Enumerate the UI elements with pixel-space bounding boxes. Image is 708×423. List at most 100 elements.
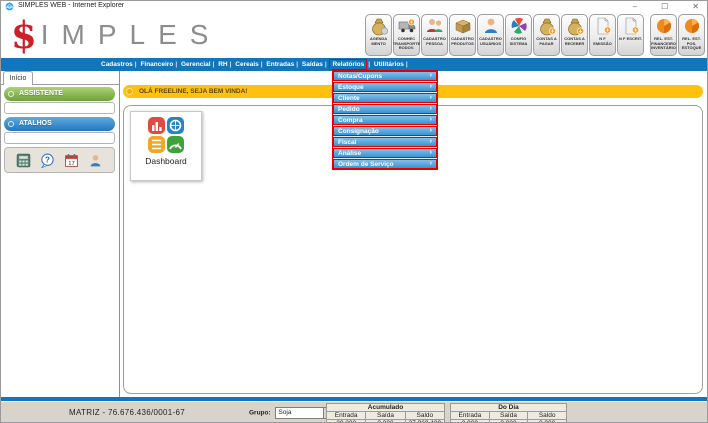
dashboard-shortcut[interactable]: Dashboard (130, 111, 202, 181)
submenu-arrow-icon: › (430, 72, 432, 80)
acumulado-header-saldo: Saldo (405, 412, 444, 420)
menu-item-entradas[interactable]: Entradas (266, 61, 294, 68)
submenu-arrow-icon: › (430, 83, 432, 91)
do-dia-value-saldo: 0,000 (528, 420, 567, 423)
menu-separator: | (261, 61, 263, 68)
acumulado-header-saida: Saída (366, 412, 405, 420)
menu-item-utilitarios[interactable]: Utilitários (374, 61, 404, 68)
toolbar-button-cadastro-pessoa[interactable]: CADASTRO PESSOA (421, 14, 448, 56)
menu-separator: | (406, 61, 408, 68)
submenu-arrow-icon: › (430, 149, 432, 157)
acumulado-header-entrada: Entrada (327, 412, 366, 420)
menu-item-financeiro[interactable]: Financeiro (140, 61, 173, 68)
toolbar-button-rel-est-financeiro[interactable]: REL. EST. FINANCEIRO INVENTÁRIO (650, 14, 677, 56)
submenu-arrow-icon: › (430, 105, 432, 113)
menu-item-relatorios-active[interactable]: Relatórios (330, 60, 366, 69)
money-bag-icon (369, 16, 389, 36)
dropdown-item-label: Ordem de Serviço (338, 161, 394, 168)
menu-separator: | (368, 61, 370, 68)
do-dia-value-saida: 0,000 (489, 420, 528, 423)
atalhos-panel-header[interactable]: ATALHOS (4, 117, 115, 131)
toolbar-button-conhec-transporte[interactable]: CONHEC TRANSPORTE RODOV. (393, 14, 420, 56)
assistente-panel-header[interactable]: ASSISTENTE (4, 87, 115, 101)
orange-sphere-icon (654, 16, 674, 36)
person-icon[interactable] (88, 153, 103, 168)
company-identifier: MATRIZ - 76.676.436/0001-67 (69, 408, 185, 417)
banner-bullet-icon (126, 88, 133, 95)
toolbar-button-config-sistema[interactable]: CONFIG SISTEMA (505, 14, 532, 56)
toolbar-button-contas-a-pagar[interactable]: CONTAS A PAGAR (533, 14, 560, 56)
quick-access-toolbar: AGENDA MENTO CONHEC TRANSPORTE RODOV. CA… (365, 14, 705, 56)
menu-item-saidas[interactable]: Saídas (302, 61, 323, 68)
toolbar-button-label: N F ESCRIT. (618, 37, 643, 42)
toolbar-button-label: CADASTRO PESSOA (422, 37, 447, 46)
dropdown-item-analise[interactable]: Análise› (333, 148, 437, 158)
document-plus-icon (593, 16, 613, 36)
title-bar: SIMPLES WEB - Internet Explorer – ☐ ✕ (1, 1, 707, 13)
sidebar-divider (119, 71, 120, 397)
menu-item-gerencial[interactable]: Gerencial (181, 61, 211, 68)
calculator-icon[interactable] (16, 153, 31, 168)
group-label: Grupo: (249, 410, 271, 417)
document-plus-icon (621, 16, 641, 36)
toolbar-button-label: REL. EST. POS. ESTOQUE (679, 37, 704, 51)
dropdown-item-fiscal[interactable]: Fiscal› (333, 137, 437, 147)
money-bag-plus-icon (537, 16, 557, 36)
toolbar-button-label: N F EMISSÃO (590, 37, 615, 46)
svg-text:17: 17 (68, 160, 75, 166)
dashboard-label: Dashboard (131, 156, 201, 166)
panel-bullet-icon (8, 121, 14, 127)
internet-explorer-icon (5, 2, 14, 11)
calendar-icon[interactable]: 17 (64, 153, 79, 168)
atalhos-title: ATALHOS (19, 120, 52, 127)
toolbar-button-contas-a-receber[interactable]: CONTAS A RECEBER (561, 14, 588, 56)
dropdown-item-cliente[interactable]: Cliente› (333, 93, 437, 103)
welcome-text: OLÁ FREELINE, SEJA BEM VINDA! (139, 88, 247, 95)
toolbar-button-label: CADASTRO PRODUTOS (450, 37, 475, 46)
dropdown-item-compra[interactable]: Compra› (333, 115, 437, 125)
submenu-arrow-icon: › (430, 127, 432, 135)
tab-inicio[interactable]: Início (3, 71, 33, 85)
maximize-button[interactable]: ☐ (661, 1, 668, 12)
toolbar-button-label: AGENDA MENTO (366, 37, 391, 46)
acumulado-title: Acumulado (327, 404, 445, 412)
svg-text:?: ? (45, 155, 50, 164)
help-balloon-icon[interactable]: ? (40, 153, 55, 168)
logo-dollar-sign: $ (11, 17, 37, 54)
toolbar-button-agendamento[interactable]: AGENDA MENTO (365, 14, 392, 56)
menu-item-cadastros[interactable]: Cadastros (101, 61, 133, 68)
acumulado-value-saida: 0,000 (366, 420, 405, 423)
close-button[interactable]: ✕ (692, 1, 699, 12)
truck-icon (397, 16, 417, 36)
logo-letters: IMPLES (41, 19, 222, 51)
people-icon (425, 16, 445, 36)
dashboard-icon (147, 116, 185, 154)
acumulado-table: Acumulado Entrada Saída Saldo 29,200 0,0… (326, 403, 445, 423)
acumulado-value-saldo: 27.969,409 (405, 420, 444, 423)
toolbar-button-cadastro-produtos[interactable]: CADASTRO PRODUTOS (449, 14, 476, 56)
toolbar-button-cadastro-usuarios[interactable]: CADASTRO USUÁRIOS (477, 14, 504, 56)
dropdown-item-pedido[interactable]: Pedido › (333, 104, 437, 114)
menu-separator: | (230, 61, 232, 68)
do-dia-header-saida: Saída (489, 412, 528, 420)
do-dia-header-saldo: Saldo (528, 412, 567, 420)
dropdown-item-estoque[interactable]: Estoque› (333, 82, 437, 92)
dropdown-item-notas-cupons[interactable]: Notas/Cupons› (333, 71, 437, 81)
menu-item-rh[interactable]: RH (218, 61, 227, 68)
toolbar-button-rel-est-pos-estoque[interactable]: REL. EST. POS. ESTOQUE (678, 14, 705, 56)
dropdown-item-ordem-de-servico[interactable]: Ordem de Serviço› (333, 159, 437, 169)
toolbar-button-label: CONHEC TRANSPORTE RODOV. (392, 37, 422, 51)
toolbar-button-nf-escrit[interactable]: N F ESCRIT. (617, 14, 644, 56)
do-dia-title: Do Dia (451, 404, 567, 412)
dropdown-item-label: Fiscal (338, 139, 356, 146)
toolbar-button-nf-emissao[interactable]: N F EMISSÃO (589, 14, 616, 56)
menu-item-cereais[interactable]: Cereais (235, 61, 259, 68)
status-bar: MATRIZ - 76.676.436/0001-67 Grupo: Soja … (1, 401, 708, 423)
dropdown-item-label: Pedido (338, 106, 360, 113)
do-dia-value-entrada: 0,000 (451, 420, 490, 423)
sidebar-icon-tray: ? 17 (4, 147, 115, 173)
dropdown-item-consignacao[interactable]: Consignação › (333, 126, 437, 136)
minimize-button[interactable]: – (633, 1, 637, 12)
relatorios-dropdown-menu: Notas/Cupons› Estoque› Cliente› Pedido› … (332, 70, 438, 170)
dropdown-item-label: Consignação (338, 128, 379, 135)
